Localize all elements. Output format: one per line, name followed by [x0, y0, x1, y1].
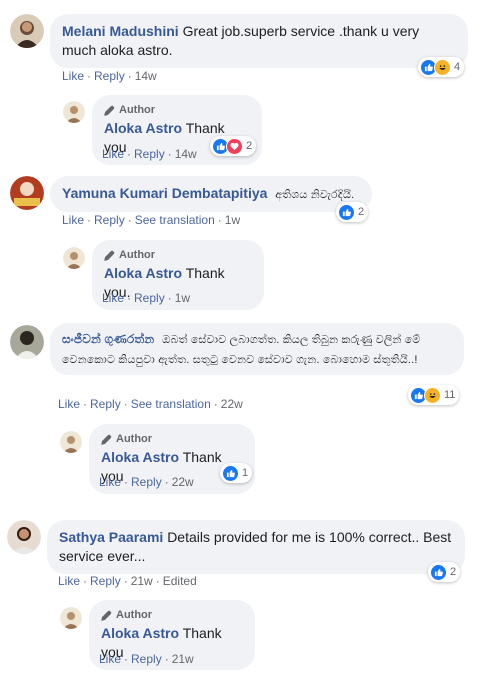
reply-link[interactable]: Reply	[94, 69, 125, 83]
reply-actions: Like · Reply · 21w	[99, 652, 194, 666]
see-translation-link[interactable]: See translation	[135, 213, 215, 227]
reply-actions: Like · Reply · 1w	[102, 291, 191, 305]
like-link[interactable]: Like	[102, 291, 124, 305]
timestamp[interactable]: 22w	[172, 475, 194, 489]
like-link[interactable]: Like	[99, 475, 121, 489]
reply-link[interactable]: Reply	[134, 147, 165, 161]
reply-link[interactable]: Reply	[90, 574, 121, 588]
reaction-summary[interactable]: 2	[210, 136, 257, 156]
timestamp[interactable]: 1w	[225, 213, 240, 227]
timestamp[interactable]: 1w	[175, 291, 190, 305]
reaction-summary[interactable]: 11	[408, 385, 460, 405]
haha-icon	[434, 58, 451, 76]
timestamp[interactable]: 14w	[135, 69, 157, 83]
see-translation-link[interactable]: See translation	[131, 397, 211, 411]
like-link[interactable]: Like	[58, 574, 80, 588]
love-icon	[226, 137, 243, 155]
pencil-icon	[101, 434, 112, 445]
comment-author[interactable]: Melani Madushini	[62, 23, 179, 39]
reaction-summary[interactable]: 4	[418, 57, 465, 77]
avatar[interactable]	[60, 431, 82, 453]
comment-bubble: Melani Madushini Great job.superb servic…	[50, 14, 468, 68]
timestamp[interactable]: 22w	[221, 397, 243, 411]
reply-author[interactable]: Aloka Astro	[101, 449, 179, 465]
comment-actions: Like · Reply · 21w · Edited	[58, 574, 197, 588]
author-badge: Author	[101, 432, 243, 446]
comment-bubble: Yamuna Kumari Dembatapitiya අතිශය නිවැරද…	[50, 176, 372, 212]
reaction-summary[interactable]: 2	[428, 562, 461, 582]
pencil-icon	[104, 105, 115, 116]
avatar[interactable]	[10, 325, 44, 359]
reaction-count: 11	[444, 389, 456, 401]
like-link[interactable]: Like	[58, 397, 80, 411]
timestamp[interactable]: 21w	[172, 652, 194, 666]
comment-author[interactable]: සංජීවන් ගුණරත්න	[62, 332, 154, 346]
avatar[interactable]	[10, 176, 44, 210]
comment-bubble: සංජීවන් ගුණරත්න ඔබත් සේවාව ලබාගත්ත. කියල…	[50, 323, 464, 375]
reply-link[interactable]: Reply	[94, 213, 125, 227]
reply-link[interactable]: Reply	[90, 397, 121, 411]
comment-actions: Like · Reply · 14w	[62, 69, 157, 83]
reaction-summary[interactable]: 1	[220, 463, 253, 483]
reply-actions: Like · Reply · 14w	[102, 147, 197, 161]
reply-link[interactable]: Reply	[134, 291, 165, 305]
author-badge: Author	[104, 103, 250, 117]
like-icon	[430, 563, 447, 581]
reply-link[interactable]: Reply	[131, 475, 162, 489]
edited-label: Edited	[162, 574, 197, 588]
timestamp[interactable]: 21w	[131, 574, 153, 588]
reaction-count: 2	[358, 206, 365, 218]
avatar[interactable]	[10, 14, 44, 48]
comment-actions: Like · Reply · See translation · 1w	[62, 213, 241, 227]
haha-icon	[424, 386, 441, 404]
comment-actions: Like · Reply · See translation · 22w	[58, 397, 243, 411]
comment-author[interactable]: Sathya Paarami	[59, 529, 163, 545]
like-icon	[338, 203, 355, 221]
comment-author[interactable]: Yamuna Kumari Dembatapitiya	[62, 185, 267, 201]
reaction-count: 2	[246, 140, 253, 152]
author-badge: Author	[101, 608, 243, 622]
pencil-icon	[101, 610, 112, 621]
reaction-count: 1	[242, 467, 249, 479]
like-link[interactable]: Like	[102, 147, 124, 161]
avatar[interactable]	[7, 520, 41, 554]
reply-author[interactable]: Aloka Astro	[104, 120, 182, 136]
like-link[interactable]: Like	[99, 652, 121, 666]
avatar[interactable]	[63, 247, 85, 269]
reaction-count: 4	[454, 61, 461, 73]
reply-author[interactable]: Aloka Astro	[104, 265, 182, 281]
reply-link[interactable]: Reply	[131, 652, 162, 666]
reply-author[interactable]: Aloka Astro	[101, 625, 179, 641]
avatar[interactable]	[63, 101, 85, 123]
reply-actions: Like · Reply · 22w	[99, 475, 194, 489]
pencil-icon	[104, 250, 115, 261]
comment-text: අතිශය නිවැරදියි.	[275, 189, 355, 201]
like-link[interactable]: Like	[62, 213, 84, 227]
reaction-count: 2	[450, 566, 457, 578]
reaction-summary[interactable]: 2	[336, 202, 369, 222]
comment-bubble: Sathya Paarami Details provided for me i…	[47, 520, 465, 574]
timestamp[interactable]: 14w	[175, 147, 197, 161]
like-icon	[222, 464, 239, 482]
avatar[interactable]	[60, 607, 82, 629]
like-link[interactable]: Like	[62, 69, 84, 83]
author-badge: Author	[104, 248, 252, 262]
